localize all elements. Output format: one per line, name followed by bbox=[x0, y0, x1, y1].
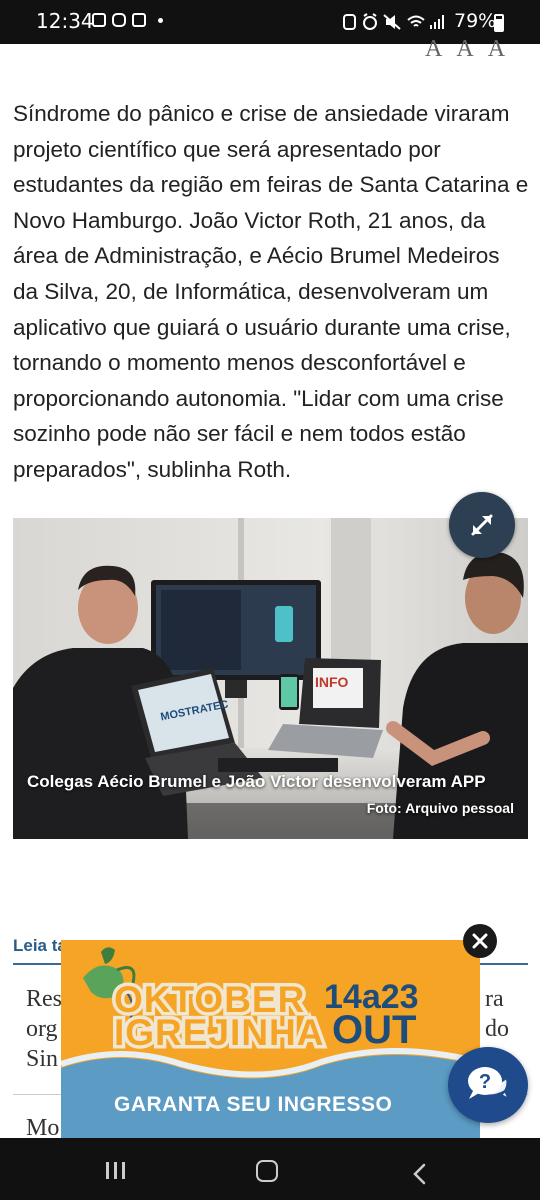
related-link-line-2-end[interactable]: do bbox=[485, 1014, 509, 1045]
related-link-line-3[interactable]: Sin bbox=[26, 1044, 58, 1075]
system-icons bbox=[342, 12, 446, 32]
related-link-line-2[interactable]: org bbox=[26, 1014, 58, 1045]
font-size-medium[interactable]: A bbox=[456, 36, 473, 63]
battery-icon bbox=[494, 14, 504, 32]
status-time: 12:34 bbox=[36, 9, 94, 33]
app-notification-icon bbox=[132, 13, 146, 27]
related-link-line-1-end[interactable]: ra bbox=[485, 984, 504, 1015]
photo-caption: Colegas Aécio Brumel e João Victor desen… bbox=[27, 772, 486, 791]
back-button[interactable] bbox=[412, 1163, 426, 1185]
read-also-heading: Leia ta bbox=[13, 936, 67, 955]
instagram-icon bbox=[112, 13, 126, 27]
expand-photo-button[interactable] bbox=[449, 492, 515, 558]
help-chat-button[interactable]: ? bbox=[448, 1047, 528, 1123]
notification-icons bbox=[92, 13, 163, 27]
ad-title-line-2: IGREJINHA bbox=[110, 1009, 326, 1057]
battery-percent: 79% bbox=[454, 10, 497, 32]
laptop-info-label: INFO bbox=[315, 674, 349, 690]
close-icon bbox=[472, 933, 488, 949]
more-notifications-dot bbox=[158, 17, 163, 23]
photo-credit: Foto: Arquivo pessoal bbox=[366, 800, 514, 816]
system-status-icons bbox=[343, 13, 444, 30]
recent-apps-button[interactable] bbox=[106, 1162, 125, 1179]
font-size-small[interactable]: A bbox=[425, 36, 442, 63]
ad-cta[interactable]: GARANTA SEU INGRESSO bbox=[114, 1093, 392, 1117]
ad-month: OUT bbox=[332, 1008, 417, 1052]
help-chat-icon: ? bbox=[468, 1067, 511, 1102]
gallery-icon bbox=[92, 13, 106, 27]
home-button[interactable] bbox=[256, 1160, 278, 1182]
font-size-large[interactable]: A bbox=[488, 36, 505, 63]
article-paragraph: Síndrome do pânico e crise de ansiedade … bbox=[13, 101, 529, 482]
ad-close-button[interactable] bbox=[463, 924, 497, 958]
expand-arrows-icon bbox=[471, 514, 493, 536]
related-link-line-1[interactable]: Res bbox=[26, 984, 62, 1015]
svg-text:?: ? bbox=[479, 1071, 491, 1093]
font-size-controls[interactable]: A A A bbox=[425, 36, 505, 63]
